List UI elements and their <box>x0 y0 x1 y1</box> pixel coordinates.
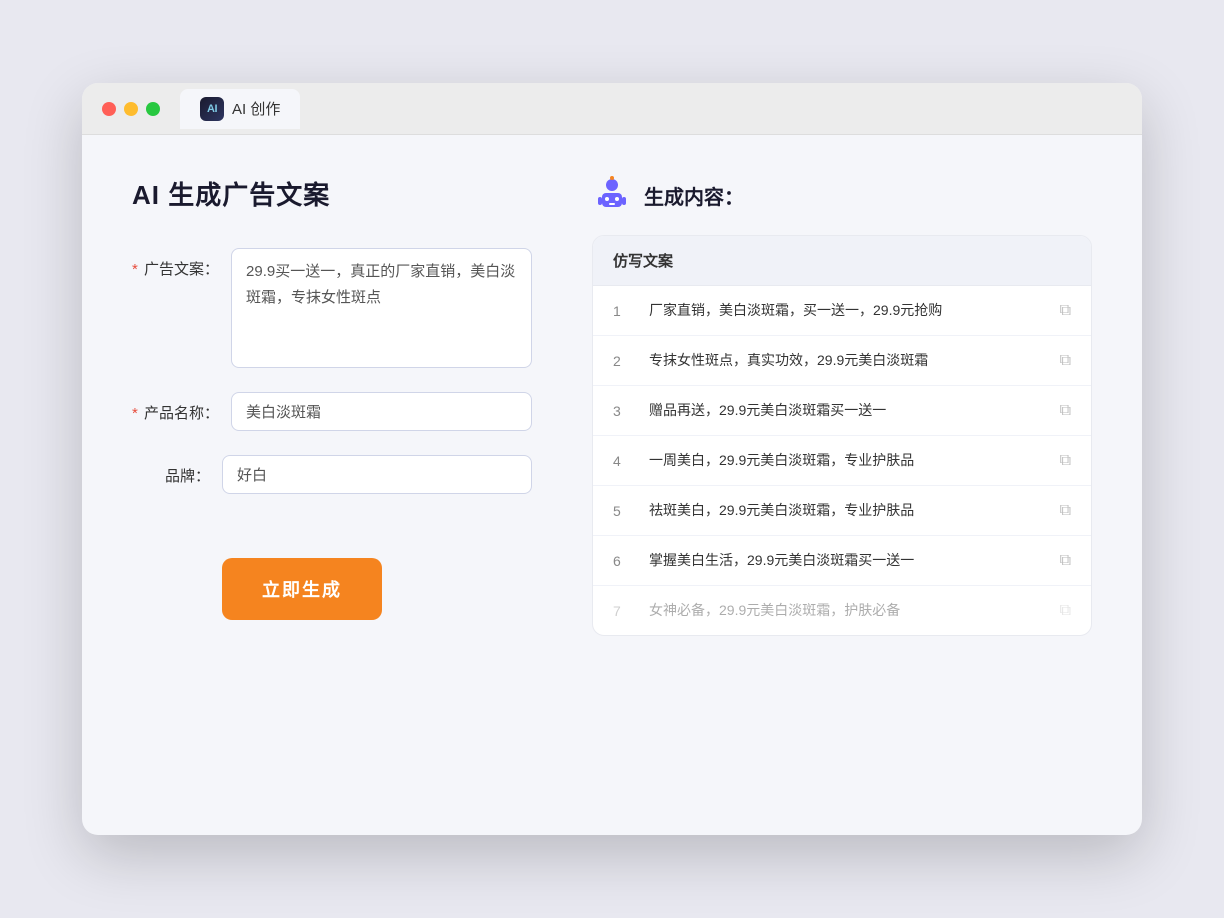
browser-window: AI AI 创作 AI 生成广告文案 * 广告文案： 29.9买一送一，真正的厂… <box>82 83 1142 835</box>
brand-input[interactable]: 好白 <box>222 455 532 494</box>
table-row: 3 赠品再送，29.9元美白淡斑霜买一送一 ⧉ <box>593 386 1091 436</box>
table-row: 2 专抹女性斑点，真实功效，29.9元美白淡斑霜 ⧉ <box>593 336 1091 386</box>
row-text: 赠品再送，29.9元美白淡斑霜买一送一 <box>649 400 1044 421</box>
row-number: 1 <box>613 303 633 319</box>
table-row: 5 祛斑美白，29.9元美白淡斑霜，专业护肤品 ⧉ <box>593 486 1091 536</box>
maximize-button[interactable] <box>146 102 160 116</box>
row-text: 厂家直销，美白淡斑霜，买一送一，29.9元抢购 <box>649 300 1044 321</box>
form-group-product-name: * 产品名称： 美白淡斑霜 <box>132 392 532 431</box>
row-number: 2 <box>613 353 633 369</box>
product-name-label: * 产品名称： <box>132 392 231 423</box>
result-header: 生成内容： <box>592 175 1092 215</box>
copy-icon[interactable]: ⧉ <box>1060 402 1071 420</box>
row-number: 6 <box>613 553 633 569</box>
row-text: 掌握美白生活，29.9元美白淡斑霜买一送一 <box>649 550 1044 571</box>
copy-icon[interactable]: ⧉ <box>1060 352 1071 370</box>
tab-label: AI 创作 <box>232 98 280 119</box>
table-row: 1 厂家直销，美白淡斑霜，买一送一，29.9元抢购 ⧉ <box>593 286 1091 336</box>
minimize-button[interactable] <box>124 102 138 116</box>
left-panel: AI 生成广告文案 * 广告文案： 29.9买一送一，真正的厂家直销，美白淡斑霜… <box>132 175 532 795</box>
traffic-lights <box>102 102 160 116</box>
required-star-product: * <box>132 405 138 422</box>
copy-icon[interactable]: ⧉ <box>1060 502 1071 520</box>
row-text: 女神必备，29.9元美白淡斑霜，护肤必备 <box>649 600 1044 621</box>
row-text: 专抹女性斑点，真实功效，29.9元美白淡斑霜 <box>649 350 1044 371</box>
title-bar: AI AI 创作 <box>82 83 1142 135</box>
form-group-ad-copy: * 广告文案： 29.9买一送一，真正的厂家直销，美白淡斑霜，专抹女性斑点 <box>132 248 532 368</box>
row-text: 一周美白，29.9元美白淡斑霜，专业护肤品 <box>649 450 1044 471</box>
ai-badge-icon: AI <box>200 97 224 121</box>
copy-icon[interactable]: ⧉ <box>1060 302 1071 320</box>
ad-copy-textarea[interactable]: 29.9买一送一，真正的厂家直销，美白淡斑霜，专抹女性斑点 <box>231 248 532 368</box>
copy-icon[interactable]: ⧉ <box>1060 452 1071 470</box>
brand-label: 品牌： <box>132 455 222 486</box>
generate-button[interactable]: 立即生成 <box>222 558 382 620</box>
result-title: 生成内容： <box>644 181 744 210</box>
row-number: 7 <box>613 603 633 619</box>
row-number: 4 <box>613 453 633 469</box>
ad-copy-label: * 广告文案： <box>132 248 231 279</box>
table-row: 7 女神必备，29.9元美白淡斑霜，护肤必备 ⧉ <box>593 586 1091 635</box>
form-group-brand: 品牌： 好白 <box>132 455 532 494</box>
row-text: 祛斑美白，29.9元美白淡斑霜，专业护肤品 <box>649 500 1044 521</box>
table-row: 6 掌握美白生活，29.9元美白淡斑霜买一送一 ⧉ <box>593 536 1091 586</box>
copy-icon[interactable]: ⧉ <box>1060 552 1071 570</box>
row-number: 5 <box>613 503 633 519</box>
table-header: 仿写文案 <box>593 236 1091 286</box>
copy-icon[interactable]: ⧉ <box>1060 602 1071 620</box>
table-row: 4 一周美白，29.9元美白淡斑霜，专业护肤品 ⧉ <box>593 436 1091 486</box>
right-panel: 生成内容： 仿写文案 1 厂家直销，美白淡斑霜，买一送一，29.9元抢购 ⧉ 2… <box>592 175 1092 795</box>
page-title: AI 生成广告文案 <box>132 175 532 212</box>
row-number: 3 <box>613 403 633 419</box>
product-name-input[interactable]: 美白淡斑霜 <box>231 392 532 431</box>
result-rows-container: 1 厂家直销，美白淡斑霜，买一送一，29.9元抢购 ⧉ 2 专抹女性斑点，真实功… <box>593 286 1091 635</box>
robot-icon <box>592 175 632 215</box>
close-button[interactable] <box>102 102 116 116</box>
content-area: AI 生成广告文案 * 广告文案： 29.9买一送一，真正的厂家直销，美白淡斑霜… <box>82 135 1142 835</box>
tab-ai-creation[interactable]: AI AI 创作 <box>180 89 300 129</box>
required-star-ad-copy: * <box>132 261 138 278</box>
result-table: 仿写文案 1 厂家直销，美白淡斑霜，买一送一，29.9元抢购 ⧉ 2 专抹女性斑… <box>592 235 1092 636</box>
